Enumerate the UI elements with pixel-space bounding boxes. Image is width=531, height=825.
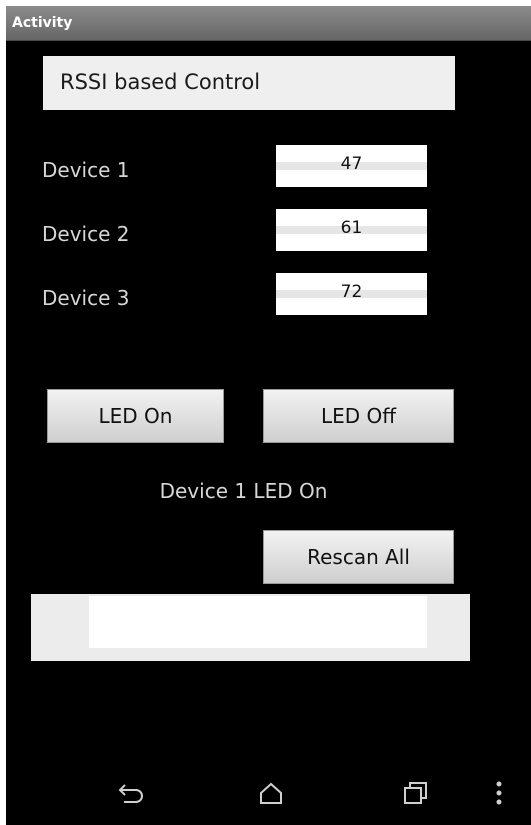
output-text-box[interactable] (31, 594, 470, 661)
device-2-value-field[interactable]: 61 (276, 209, 427, 251)
header-text: RSSI based Control (60, 70, 261, 94)
app-screen: Activity RSSI based Control Device 1 47 … (6, 6, 531, 825)
rescan-all-button[interactable]: Rescan All (263, 530, 454, 584)
led-off-button[interactable]: LED Off (263, 389, 454, 443)
device-3-label: Device 3 (42, 286, 130, 310)
back-icon[interactable] (111, 776, 151, 810)
overflow-menu-icon[interactable] (484, 776, 514, 810)
device-1-value-field[interactable]: 47 (276, 145, 427, 187)
device-1-label: Device 1 (42, 158, 130, 182)
action-bar: Activity (6, 6, 531, 41)
output-text-field[interactable] (89, 596, 427, 648)
device-2-label: Device 2 (42, 222, 130, 246)
led-status-text: Device 1 LED On (159, 479, 328, 503)
home-icon[interactable] (251, 776, 291, 810)
activity-title: Activity (12, 15, 73, 31)
navigation-bar (6, 760, 531, 825)
device-3-value-field[interactable]: 72 (276, 273, 427, 315)
recents-icon[interactable] (396, 776, 436, 810)
led-on-button[interactable]: LED On (47, 389, 224, 443)
header-box: RSSI based Control (43, 56, 455, 110)
